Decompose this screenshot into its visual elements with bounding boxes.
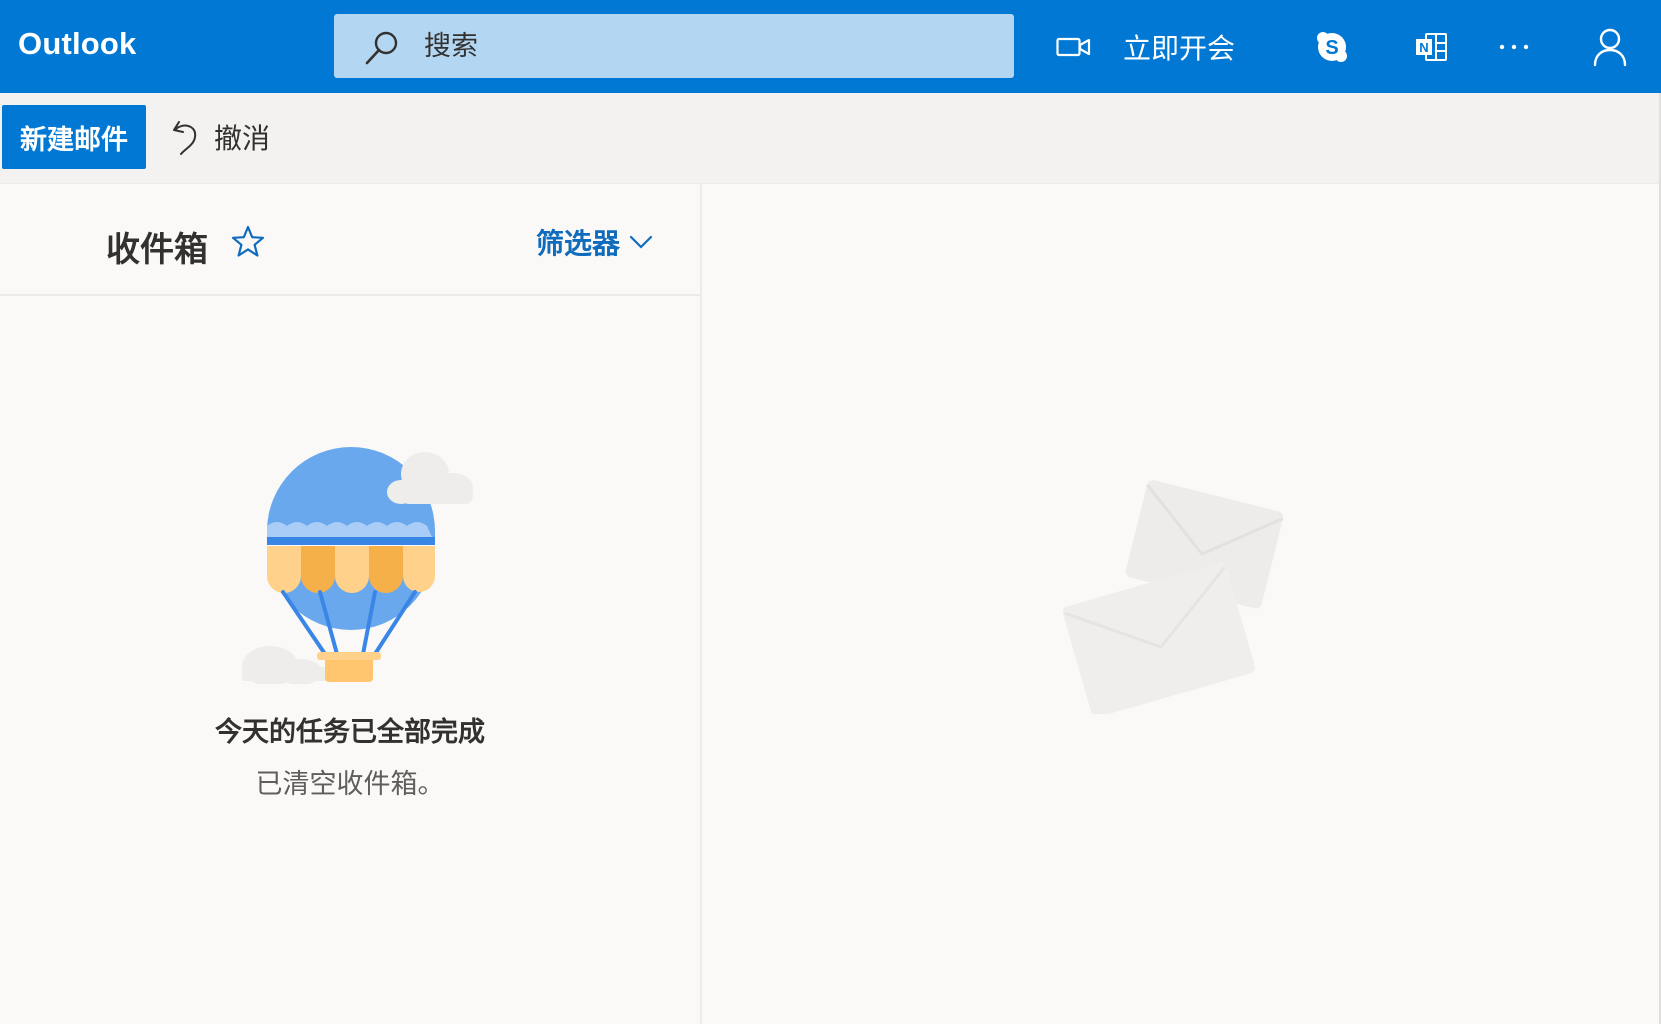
new-mail-button[interactable]: 新建邮件	[2, 105, 146, 169]
empty-state-subtitle: 已清空收件箱。	[255, 769, 445, 800]
skype-icon: S	[1317, 31, 1347, 62]
top-header: Outlook 立即开会 S N	[0, 0, 1661, 93]
search-box[interactable]	[334, 14, 1014, 78]
undo-button[interactable]: 撤消	[170, 105, 270, 169]
more-icon	[1499, 44, 1529, 49]
star-icon[interactable]	[230, 224, 266, 260]
onenote-icon: N	[1416, 32, 1447, 61]
svg-text:S: S	[1325, 37, 1338, 59]
folder-title: 收件箱	[106, 230, 208, 270]
app-title[interactable]: Outlook	[18, 26, 137, 62]
undo-icon	[173, 121, 197, 155]
account-button[interactable]	[1578, 0, 1642, 93]
message-list-pane: 收件箱 筛选器 今天的任务已全部完成 已清空收件箱。	[0, 183, 702, 1024]
hot-air-balloon-illustration	[242, 447, 473, 684]
video-camera-icon	[1056, 37, 1091, 56]
chevron-down-icon	[629, 235, 653, 249]
empty-state-title: 今天的任务已全部完成	[215, 717, 485, 748]
person-icon	[1593, 28, 1627, 66]
envelopes-illustration	[1062, 480, 1284, 714]
search-input[interactable]	[424, 14, 984, 78]
search-icon	[365, 31, 398, 65]
undo-label: 撤消	[214, 122, 271, 155]
more-button[interactable]	[1484, 0, 1544, 93]
filter-label: 筛选器	[536, 227, 621, 260]
svg-text:N: N	[1419, 40, 1428, 55]
meet-now-label: 立即开会	[1122, 31, 1235, 65]
reading-pane	[702, 183, 1661, 1024]
meet-now-button[interactable]: 立即开会	[1116, 0, 1242, 93]
message-list-header: 收件箱 筛选器	[0, 184, 700, 296]
onenote-button[interactable]: N	[1406, 0, 1458, 93]
filter-button[interactable]: 筛选器	[536, 222, 654, 262]
skype-button[interactable]: S	[1306, 0, 1358, 93]
command-bar: 新建邮件 撤消	[0, 93, 1661, 183]
video-call-button[interactable]	[1046, 0, 1102, 93]
